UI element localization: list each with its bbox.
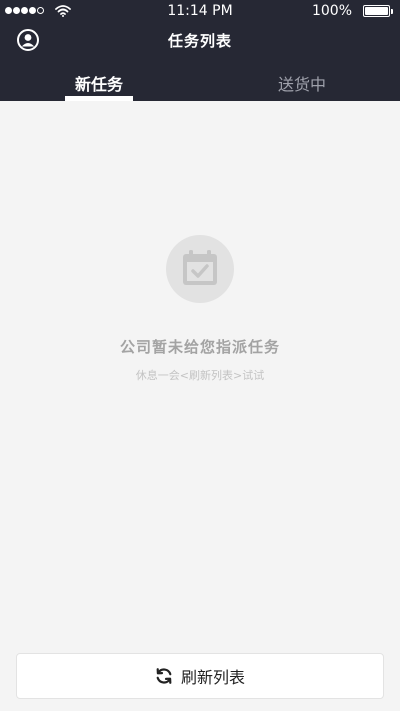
page-title: 任务列表 xyxy=(167,32,232,50)
battery-percentage: 100% xyxy=(311,3,352,19)
empty-state-hint: 休息一会<刷新列表>试试 xyxy=(135,369,265,382)
empty-state-icon xyxy=(166,235,234,303)
refresh-list-button[interactable]: 刷新列表 xyxy=(16,653,384,699)
battery-cap xyxy=(391,9,393,14)
active-tab-indicator xyxy=(65,96,133,101)
calendar-check-icon xyxy=(183,250,217,285)
refresh-button-label: 刷新列表 xyxy=(180,668,245,687)
empty-state-title: 公司暂未给您指派任务 xyxy=(119,338,280,356)
refresh-icon xyxy=(156,668,172,684)
tab-new-tasks[interactable]: 新任务 xyxy=(65,71,133,95)
tab-delivering[interactable]: 送货中 xyxy=(268,71,336,95)
status-bar: 11:14 PM 100% xyxy=(0,0,400,22)
battery-icon xyxy=(363,5,390,17)
app-header: 11:14 PM 100% 任务列表 新任务 送货中 xyxy=(0,0,400,101)
